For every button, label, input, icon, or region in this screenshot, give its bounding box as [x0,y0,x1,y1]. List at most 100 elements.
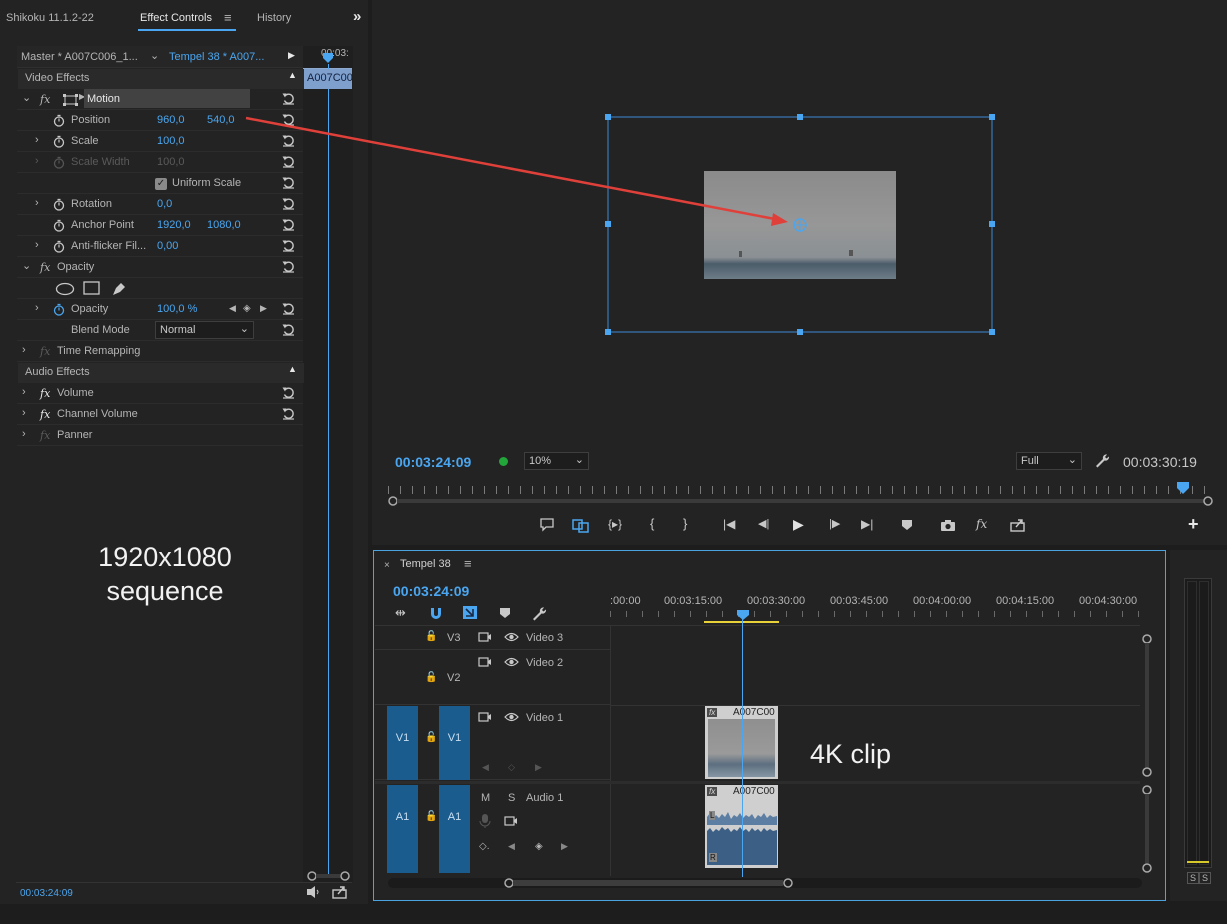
close-tab-icon[interactable]: × [384,560,390,571]
reset-icon[interactable] [282,92,295,105]
prev-keyframe-icon[interactable]: ◀ [508,841,515,852]
export-icon[interactable] [332,885,348,899]
export-frame-icon[interactable] [1010,518,1026,532]
blend-mode-row[interactable]: Blend Mode Normal ⌄ [17,320,303,341]
anti-flicker-row[interactable]: › Anti-flicker Fil... 0,00 [17,236,303,257]
fx-icon[interactable]: fx [40,93,50,106]
sync-lock-icon[interactable] [478,712,492,723]
play-triangle-icon[interactable]: ▶ [288,50,295,61]
lock-icon[interactable]: 🔓 [425,811,437,822]
rectangle-mask-icon[interactable] [83,281,100,296]
sync-lock-icon[interactable] [478,632,492,643]
go-to-in-icon[interactable]: |◀ [723,517,735,531]
reset-icon[interactable] [282,239,295,252]
playhead-icon[interactable] [1176,481,1190,495]
next-keyframe-icon[interactable]: ▶ [535,762,542,773]
chevron-right-icon[interactable]: › [35,302,39,314]
lock-icon[interactable]: 🔓 [425,672,437,683]
reset-icon[interactable] [282,323,295,336]
wrench-icon[interactable] [1094,453,1110,469]
meter-solo-left-button[interactable]: S [1187,872,1200,884]
program-zoom-scrollbar[interactable] [386,495,1216,507]
add-keyframe-icon[interactable]: ◈ [535,841,543,852]
lock-icon[interactable]: 🔓 [425,631,437,642]
channel-volume-row[interactable]: › fx Channel Volume [17,404,303,425]
opacity-row[interactable]: › Opacity 100,0 % ◀ ◈ ▶ [17,299,303,320]
fx-icon[interactable]: fx [40,408,50,421]
chevron-right-icon[interactable]: › [22,344,26,356]
scale-value[interactable]: 100,0 [157,135,185,147]
ec-timecode[interactable]: 00:03:24:09 [20,888,73,899]
fx-toggle-icon[interactable]: fx [976,517,987,531]
eye-icon[interactable] [504,657,519,667]
reset-icon[interactable] [282,386,295,399]
volume-row[interactable]: › fx Volume [17,383,303,404]
tab-effect-controls[interactable]: Effect Controls [140,12,212,24]
mini-clip-block[interactable]: A007C00 [304,69,352,89]
anchor-y-value[interactable]: 1080,0 [207,219,241,231]
rotation-value[interactable]: 0,0 [157,198,172,210]
comment-marker-icon[interactable] [540,518,554,532]
add-keyframe-icon[interactable]: ◈ [243,303,251,314]
next-keyframe-icon[interactable]: ▶ [260,303,267,314]
blend-mode-dropdown[interactable]: Normal ⌄ [155,321,254,339]
prev-keyframe-icon[interactable]: ◀ [229,303,236,314]
audio-vertical-scrollbar[interactable] [1141,784,1153,874]
chevron-right-icon[interactable]: › [35,197,39,209]
track-target-v3[interactable]: V3 [447,632,460,644]
reset-icon[interactable] [282,302,295,315]
chevron-right-icon[interactable]: › [22,407,26,419]
track-target-v2[interactable]: V2 [447,672,460,684]
eye-icon[interactable] [504,712,519,722]
add-button-icon[interactable]: + [1188,514,1199,535]
keyframe-toggle-icon[interactable]: ◇. [479,841,489,852]
sync-lock-icon[interactable] [478,657,492,668]
microphone-icon[interactable] [479,813,491,829]
linked-selection-icon[interactable] [462,605,478,620]
timeline-tab-label[interactable]: Tempel 38 [400,558,451,570]
mute-button[interactable]: M [481,792,490,804]
tab-history[interactable]: History [257,12,291,24]
video-vertical-scrollbar[interactable] [1141,633,1153,778]
sync-lock-icon[interactable] [504,816,518,827]
insert-overwrite-icon[interactable] [572,517,590,533]
clip-fx-badge[interactable]: fx [707,787,718,796]
chevron-right-icon[interactable]: › [22,428,26,440]
reset-icon[interactable] [282,260,295,273]
source-patch-a1[interactable]: A1 [387,785,418,873]
timeline-settings-wrench-icon[interactable] [531,606,546,621]
playhead-icon[interactable] [736,609,750,621]
stopwatch-icon[interactable] [53,240,65,253]
uniform-scale-checkbox[interactable]: ✓ [155,178,167,190]
mini-zoom-scrollbar[interactable] [306,870,350,882]
fx-icon[interactable]: fx [40,261,50,274]
chevron-down-icon[interactable]: ⌄ [22,259,31,272]
meter-solo-right-button[interactable]: S [1199,872,1212,884]
mark-out-icon[interactable]: } [683,516,687,531]
pen-mask-icon[interactable] [110,280,127,297]
time-remapping-row[interactable]: › fx Time Remapping [17,341,303,362]
timeline-ruler[interactable]: :00:00 00:03:15:00 00:03:30:00 00:03:45:… [610,591,1145,625]
program-scrub-ruler[interactable] [388,486,1208,494]
add-keyframe-icon[interactable]: ◇ [508,762,515,773]
program-timecode[interactable]: 00:03:24:09 [395,454,471,470]
chevron-right-icon[interactable]: › [35,239,39,251]
transform-box-icon[interactable] [63,94,79,106]
snap-magnet-icon[interactable] [429,606,443,620]
play-icon[interactable]: ▶ [793,516,804,533]
nest-sequence-icon[interactable]: ⇹ [395,605,406,621]
chevron-down-icon[interactable]: ⌄ [150,49,159,62]
zoom-dropdown[interactable]: 10% ⌄ [524,452,589,470]
position-x-value[interactable]: 960,0 [157,114,185,126]
source-patch-v1[interactable]: V1 [387,706,418,780]
opacity-value[interactable]: 100,0 % [157,303,197,315]
app-title-tab[interactable]: Shikoku 11.1.2-22 [6,12,94,24]
panner-row[interactable]: › fx Panner [17,425,303,446]
anchor-x-value[interactable]: 1920,0 [157,219,191,231]
next-keyframe-icon[interactable]: ▶ [561,841,568,852]
stopwatch-icon[interactable] [53,198,65,211]
fx-icon[interactable]: fx [40,387,50,400]
stopwatch-icon[interactable] [53,219,65,232]
master-clip-label[interactable]: Master * A007C006_1... [21,51,138,63]
collapse-up-icon[interactable]: ▲ [288,70,297,80]
